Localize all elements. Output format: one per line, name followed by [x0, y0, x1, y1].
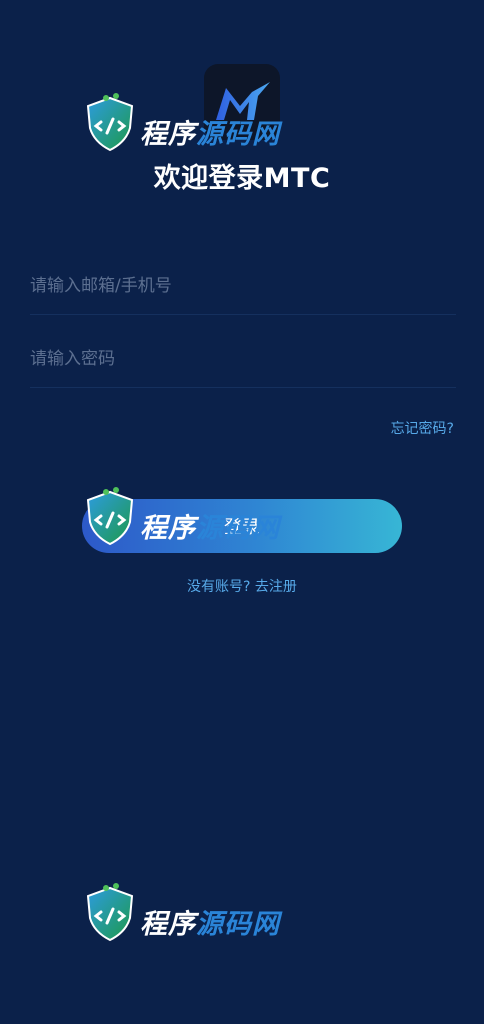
- watermark-text-part2: 源码网: [196, 909, 280, 940]
- account-field[interactable]: [30, 266, 456, 315]
- password-input[interactable]: [30, 339, 456, 379]
- account-input[interactable]: [30, 266, 456, 306]
- welcome-title: 欢迎登录MTC: [153, 163, 331, 194]
- shield-code-icon: [86, 883, 134, 942]
- mtc-logo-icon: [204, 64, 280, 140]
- login-button[interactable]: 登录: [82, 499, 402, 553]
- forgot-password-link[interactable]: 忘记密码?: [391, 418, 454, 438]
- watermark-text-part1: 程序: [140, 119, 196, 150]
- password-field[interactable]: [30, 339, 456, 388]
- watermark-text-part1: 程序: [140, 909, 196, 940]
- watermark-text: 程序源码网: [140, 902, 280, 941]
- register-link[interactable]: 没有账号? 去注册: [0, 576, 484, 596]
- shield-code-icon: [86, 93, 134, 152]
- watermark-logo: 程序源码网: [82, 882, 292, 972]
- login-screen: 欢迎登录MTC 忘记密码? 登录 没有账号? 去注册 程序源码网: [0, 0, 484, 1024]
